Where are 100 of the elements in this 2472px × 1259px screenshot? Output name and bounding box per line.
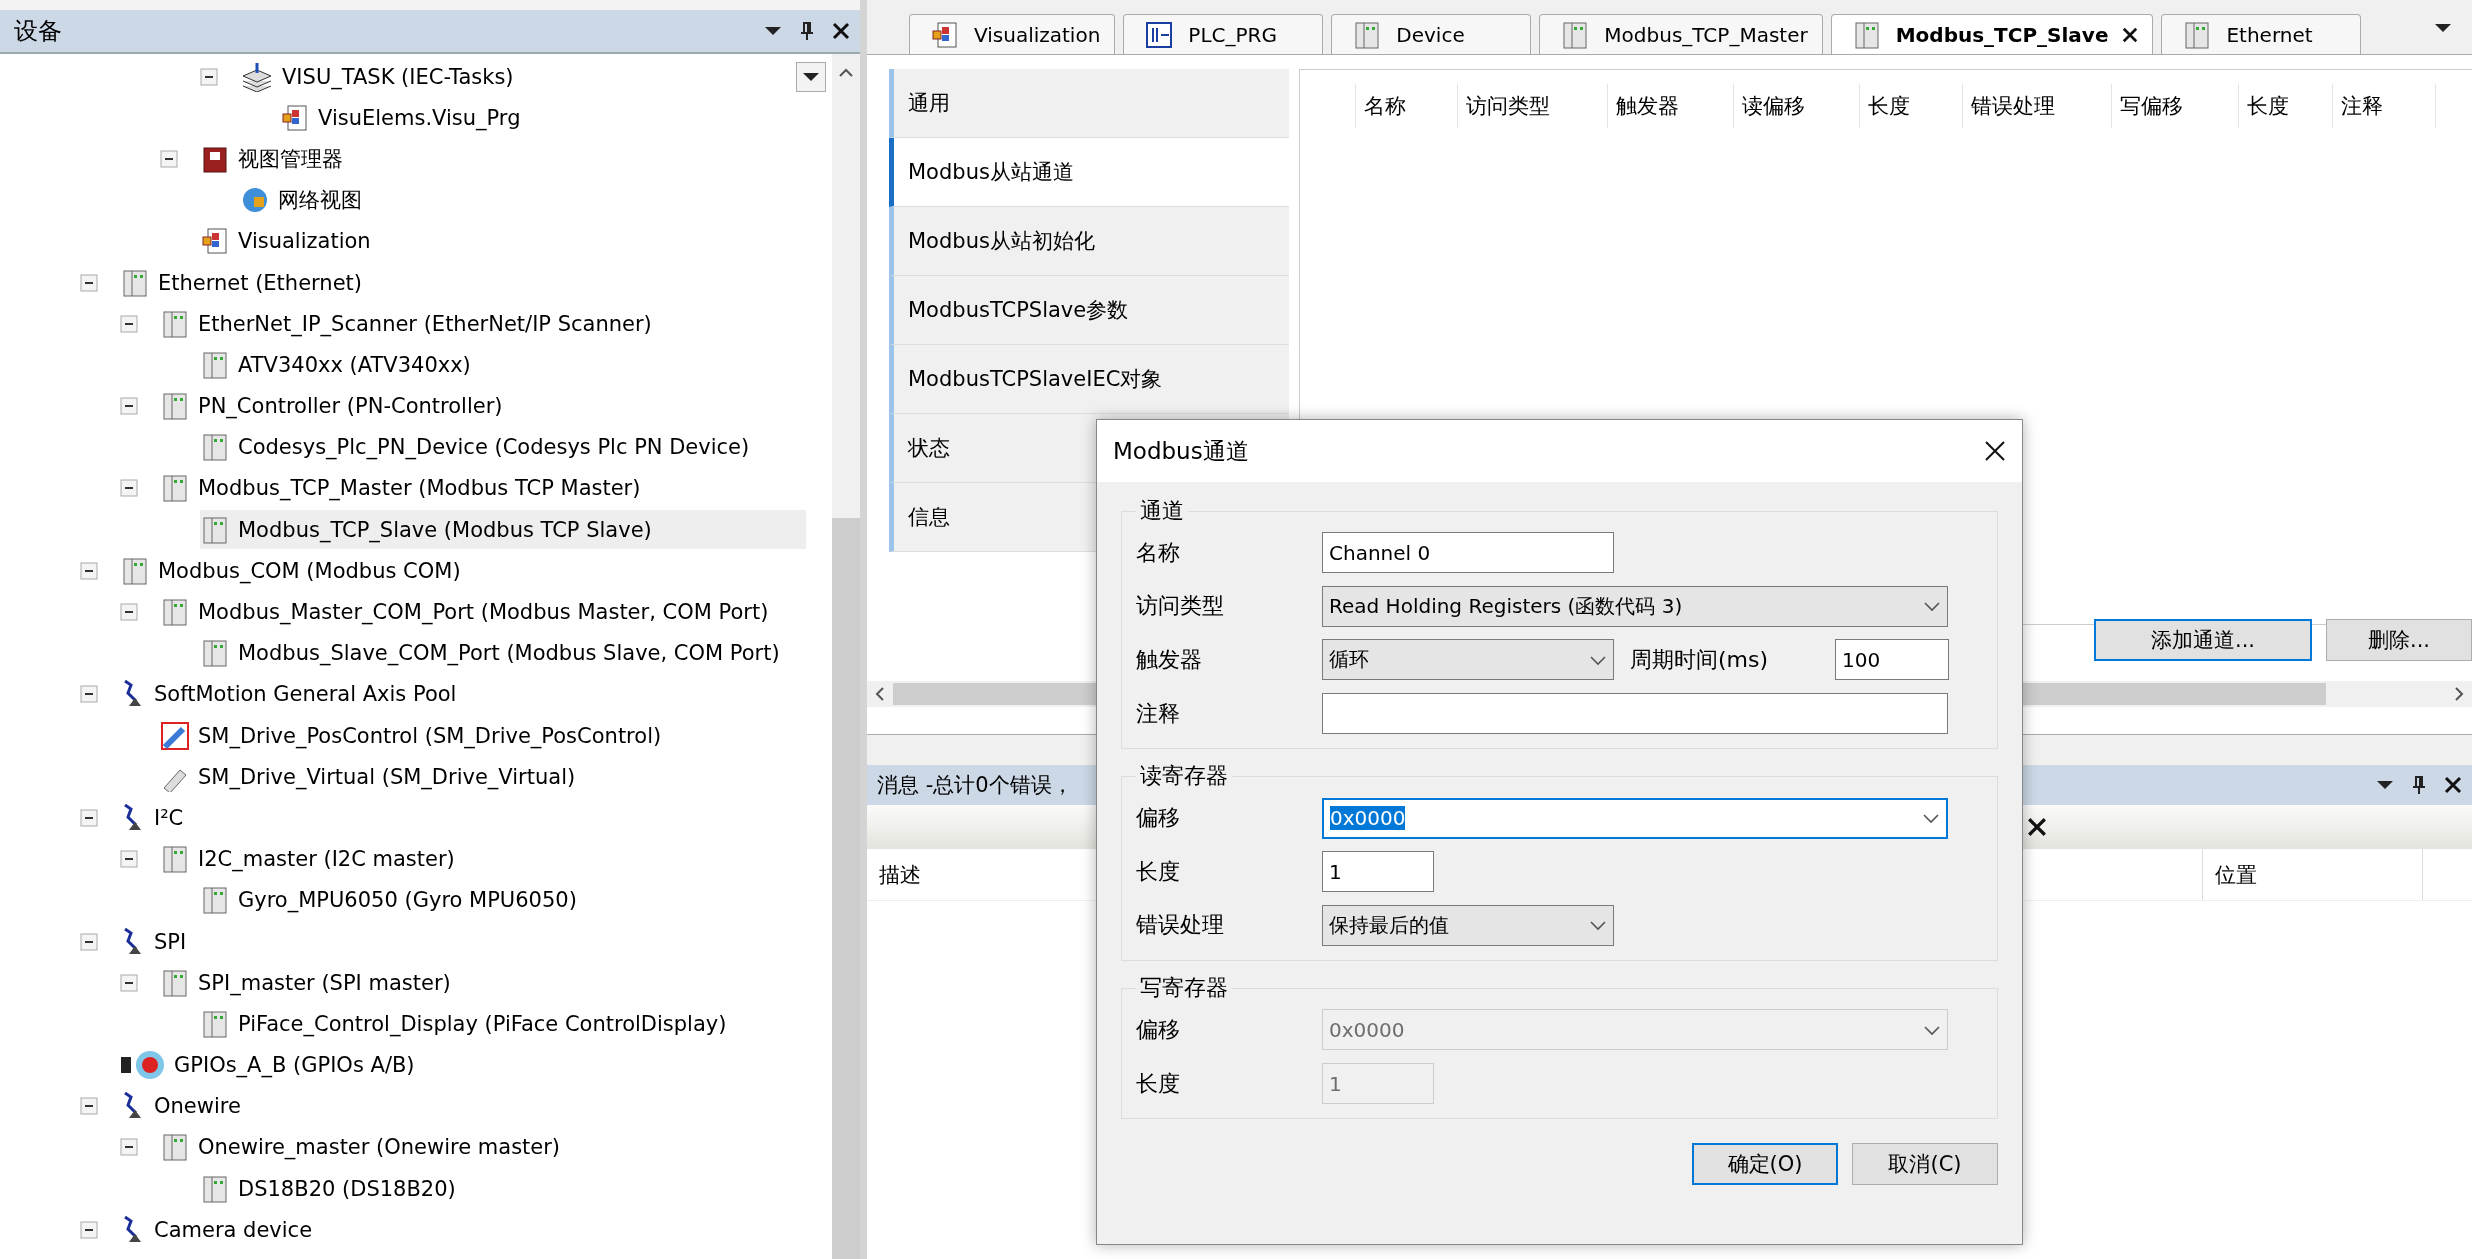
pin-icon[interactable] xyxy=(2412,775,2426,795)
tree-item[interactable]: SM_Drive_PosControl (SM_Drive_PosControl) xyxy=(160,716,806,756)
editor-tab[interactable]: PLC_PRG xyxy=(1123,14,1324,54)
section-tab[interactable]: ModbusTCPSlaveIEC对象 xyxy=(889,345,1289,414)
combo-box[interactable]: 0x0000 xyxy=(1322,797,1948,839)
tree-item[interactable]: Onewire_master (Onewire master) xyxy=(160,1127,806,1167)
collapse-icon[interactable] xyxy=(120,479,138,498)
tree-item[interactable]: Modbus_TCP_Master (Modbus TCP Master) xyxy=(160,468,806,508)
section-tab[interactable]: Modbus从站初始化 xyxy=(889,207,1289,276)
tree-item[interactable]: Ethernet (Ethernet) xyxy=(120,263,806,303)
device-icon xyxy=(160,597,190,628)
dialog-button[interactable]: 确定(O) xyxy=(1692,1143,1838,1186)
scroll-left-icon[interactable] xyxy=(873,686,885,702)
field-label: 注释 xyxy=(1136,699,1181,728)
tree-item[interactable]: VisuElems.Visu_Prg xyxy=(280,98,806,138)
tree-item[interactable]: PN_Controller (PN-Controller) xyxy=(160,386,806,426)
tree-item[interactable]: I²C xyxy=(120,798,806,838)
editor-tab[interactable]: Device xyxy=(1331,14,1532,54)
scroll-right-icon[interactable] xyxy=(2454,686,2466,702)
tree-item[interactable]: VISU_TASK (IEC-Tasks) xyxy=(240,57,806,97)
gpio-icon xyxy=(120,1049,166,1082)
collapse-icon[interactable] xyxy=(80,932,98,951)
tree-item[interactable]: 视图管理器 xyxy=(200,139,806,179)
action-button[interactable]: 删除... xyxy=(2326,619,2472,661)
section-tab[interactable]: 通用 xyxy=(889,69,1289,138)
scroll-up-icon[interactable] xyxy=(838,66,854,78)
tree-item[interactable]: Modbus_Slave_COM_Port (Modbus Slave, COM Port) xyxy=(200,633,806,673)
tree-item[interactable]: SoftMotion General Axis Pool xyxy=(120,674,806,714)
collapse-icon[interactable] xyxy=(120,314,138,333)
collapse-icon[interactable] xyxy=(120,1138,138,1157)
column-header: 注释 xyxy=(2333,84,2436,128)
section-tab[interactable]: Modbus从站通道 xyxy=(889,138,1289,207)
tab-list-icon[interactable] xyxy=(2434,22,2452,33)
close-icon[interactable] xyxy=(2444,776,2462,794)
column-header: 读偏移 xyxy=(1734,84,1860,128)
collapse-icon[interactable] xyxy=(80,1097,98,1116)
text-field[interactable]: 1 xyxy=(1322,851,1434,893)
chevron-down-icon xyxy=(1589,919,1607,932)
caret-icon[interactable] xyxy=(802,72,820,82)
program-icon xyxy=(1144,19,1175,50)
collapse-icon[interactable] xyxy=(120,603,138,622)
close-icon[interactable] xyxy=(832,22,850,40)
text-field[interactable] xyxy=(1322,693,1948,735)
tree-item[interactable]: Visualization xyxy=(200,221,806,261)
device-icon xyxy=(200,432,230,463)
dropdown[interactable]: 保持最后的值 xyxy=(1322,904,1614,946)
column-header: 长度 xyxy=(1860,84,1963,128)
menu-arrow-icon[interactable] xyxy=(764,26,782,36)
collapse-icon[interactable] xyxy=(200,67,218,86)
tree-item[interactable]: Modbus_Master_COM_Port (Modbus Master, COM Port) xyxy=(160,592,806,632)
pin-icon[interactable] xyxy=(800,21,814,41)
dropdown[interactable]: Read Holding Registers (函数代码 3) xyxy=(1322,585,1948,627)
tree-item[interactable]: Onewire xyxy=(120,1086,806,1126)
panel-title: 消息 -总计0个错误， xyxy=(877,772,1073,799)
collapse-icon[interactable] xyxy=(80,685,98,704)
collapse-icon[interactable] xyxy=(120,850,138,869)
collapse-icon[interactable] xyxy=(80,808,98,827)
cross-icon[interactable] xyxy=(2027,817,2047,837)
tree-item[interactable]: Modbus_COM (Modbus COM) xyxy=(120,551,806,591)
editor-tab[interactable]: Modbus_TCP_Master xyxy=(1539,14,1823,54)
close-icon[interactable] xyxy=(2122,26,2139,43)
collapse-icon[interactable] xyxy=(160,149,178,168)
collapse-icon[interactable] xyxy=(80,1220,98,1239)
device-icon xyxy=(160,1132,190,1163)
close-icon[interactable] xyxy=(1984,440,2006,462)
visu-icon xyxy=(930,19,960,50)
column-header: 写偏移 xyxy=(2112,84,2239,128)
tree-item[interactable]: Gyro_MPU6050 (Gyro MPU6050) xyxy=(200,880,806,920)
visu-icon xyxy=(200,226,230,257)
tree-item[interactable]: SM_Drive_Virtual (SM_Drive_Virtual) xyxy=(160,757,806,797)
collapse-icon[interactable] xyxy=(120,397,138,416)
collapse-icon[interactable] xyxy=(80,561,98,580)
tree-item[interactable]: EtherNet_IP_Scanner (EtherNet/IP Scanner) xyxy=(160,304,806,344)
editor-tab[interactable]: Modbus_TCP_Slave xyxy=(1830,14,2154,54)
text-field[interactable]: Channel 0 xyxy=(1322,532,1614,574)
tree-item[interactable]: ATV340xx (ATV340xx) xyxy=(200,345,806,385)
dropdown[interactable]: 循环 xyxy=(1322,639,1614,681)
tree-item[interactable]: GPIOs_A_B (GPIOs A/B) xyxy=(120,1045,806,1085)
tree-item[interactable]: PiFace_Control_Display (PiFace ControlDisplay) xyxy=(200,1004,806,1044)
collapse-icon[interactable] xyxy=(120,973,138,992)
tree-item[interactable]: Codesys_Plc_PN_Device (Codesys Plc PN Device) xyxy=(200,427,806,467)
scrollbar-thumb[interactable] xyxy=(832,518,860,1259)
dropdown-button[interactable] xyxy=(796,62,826,92)
tree-item[interactable]: SPI xyxy=(120,922,806,962)
text-field[interactable]: 100 xyxy=(1835,639,1949,681)
scrollbar[interactable] xyxy=(832,54,860,1259)
tree-item[interactable]: Camera device xyxy=(120,1210,806,1250)
collapse-icon[interactable] xyxy=(80,273,98,292)
action-button[interactable]: 添加通道... xyxy=(2094,619,2312,661)
dialog-button[interactable]: 取消(C) xyxy=(1852,1143,1998,1186)
tree-item[interactable]: I2C_master (I2C master) xyxy=(160,839,806,879)
section-tab[interactable]: ModbusTCPSlave参数 xyxy=(889,276,1289,345)
tree-item[interactable]: Modbus_TCP_Slave (Modbus TCP Slave) xyxy=(200,510,806,550)
tree-item[interactable]: SPI_master (SPI master) xyxy=(160,963,806,1003)
tree-item[interactable]: DS18B20 (DS18B20) xyxy=(200,1169,806,1209)
editor-tab[interactable]: Ethernet xyxy=(2161,14,2362,54)
device-icon xyxy=(200,349,230,380)
menu-arrow-icon[interactable] xyxy=(2376,780,2394,790)
tree-item[interactable]: 网络视图 xyxy=(240,180,806,220)
editor-tab[interactable]: Visualization xyxy=(909,14,1116,54)
